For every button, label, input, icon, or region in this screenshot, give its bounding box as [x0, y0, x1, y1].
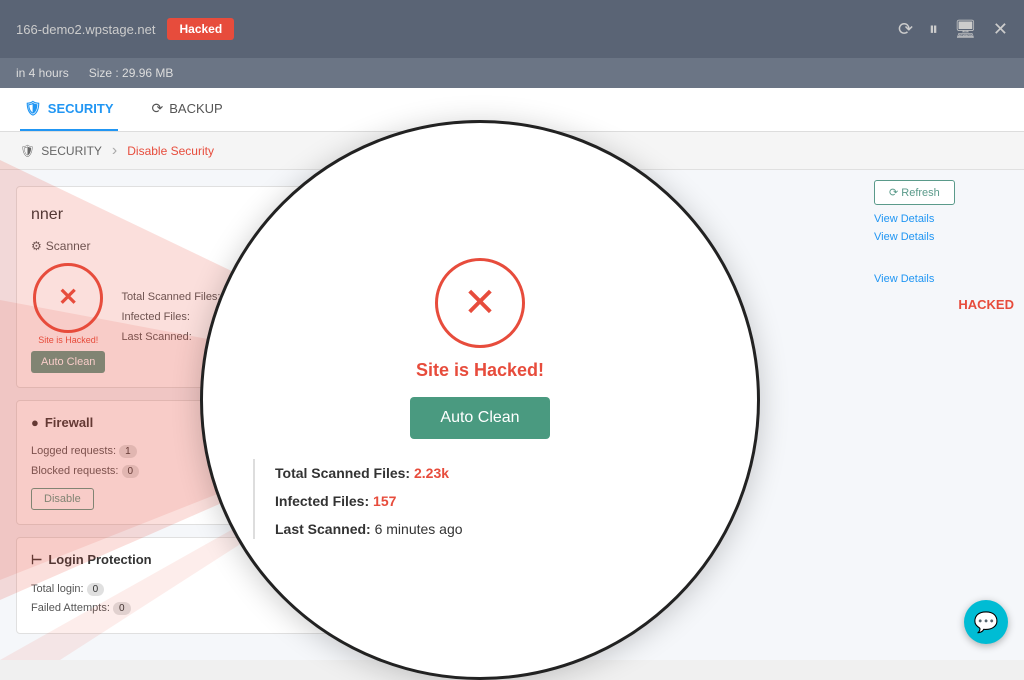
hacked-label-right: HACKED [874, 297, 1014, 312]
tab-backup[interactable]: ⟳ BACKUP [148, 88, 227, 131]
site-hacked-text-small: Site is Hacked! [38, 335, 98, 345]
inbox-icon[interactable]: 🖥 [954, 19, 977, 40]
total-login-badge: 0 [87, 583, 105, 596]
close-icon[interactable]: ✕ [993, 19, 1008, 40]
breadcrumb-section: SECURITY [41, 144, 102, 158]
backup-tab-icon: ⟳ [152, 100, 164, 117]
failed-attempts-label: Failed Attempts: [31, 602, 110, 614]
view-details-link-3[interactable]: View Details [874, 273, 1014, 285]
last-scanned-label: Last Scanned: [121, 331, 191, 343]
blocked-count-badge: 0 [122, 465, 140, 478]
magnified-total-label: Total Scanned Files: [275, 465, 410, 481]
scanner-section-icon-label: ⚙ Scanner [31, 239, 90, 253]
magnified-total-scanned: Total Scanned Files: 2.23k [275, 459, 463, 487]
security-tab-label: SECURITY [48, 101, 114, 116]
breadcrumb: 🛡 SECURITY [20, 144, 102, 158]
login-icon: ⊢ [31, 552, 42, 568]
hacked-circle: ✕ [33, 263, 103, 333]
infected-row: Infected Files: [121, 308, 220, 328]
tab-security[interactable]: 🛡 SECURITY [20, 88, 118, 131]
magnified-x-icon: ✕ [463, 283, 497, 323]
magnified-infected-label: Infected Files: [275, 493, 369, 509]
magnified-hacked-circle: ✕ [435, 258, 525, 348]
site-url: 166-demo2.wpstage.net [16, 22, 155, 37]
magnified-hacked-text: Site is Hacked! [416, 360, 544, 381]
magnified-last-label: Last Scanned: [275, 521, 371, 537]
top-bar-controls: ⟳ ⏸ 🖥 ✕ [898, 19, 1008, 40]
failed-attempts-badge: 0 [113, 602, 131, 615]
magnify-overlay: ✕ Site is Hacked! Auto Clean Total Scann… [200, 120, 760, 680]
disable-security-link[interactable]: Disable Security [127, 144, 214, 158]
right-sidebar: ⟳ Refresh View Details View Details View… [864, 170, 1024, 660]
breadcrumb-divider: › [112, 142, 117, 160]
auto-clean-small-button[interactable]: Auto Clean [31, 351, 105, 373]
backup-tab-label: BACKUP [169, 101, 222, 116]
pause-icon[interactable]: ⏸ [929, 19, 938, 40]
chat-button[interactable]: 💬 [964, 600, 1008, 644]
magnified-last-scanned: Last Scanned: 6 minutes ago [275, 515, 463, 543]
scanner-label: Scanner [46, 239, 91, 253]
view-details-link-2[interactable]: View Details [874, 231, 1014, 243]
scanner-title: nner [31, 206, 63, 224]
refresh-button[interactable]: ⟳ Refresh [874, 180, 955, 205]
logged-count-badge: 1 [119, 445, 137, 458]
magnified-infected: Infected Files: 157 [275, 487, 463, 515]
hacked-badge: Hacked [167, 18, 234, 40]
security-tab-icon: 🛡 [24, 100, 42, 117]
magnified-content: ✕ Site is Hacked! Auto Clean Total Scann… [203, 228, 757, 573]
magnified-infected-value: 157 [373, 493, 396, 509]
blocked-requests-label: Blocked requests: [31, 465, 118, 477]
total-login-label: Total login: [31, 583, 84, 595]
stats-divider [253, 459, 255, 539]
right-actions: View Details View Details View Details [874, 213, 1014, 285]
magnified-stats: Total Scanned Files: 2.23k Infected File… [275, 459, 463, 543]
refresh-icon[interactable]: ⟳ [898, 19, 913, 40]
magnified-last-value: 6 minutes ago [375, 521, 463, 537]
hacked-status: ✕ Site is Hacked! Auto Clean [31, 263, 105, 373]
infected-label: Infected Files: [121, 311, 189, 323]
gear-icon: ⚙ [31, 239, 42, 253]
total-scanned-label: Total Scanned Files: [121, 291, 220, 303]
total-scanned-row: Total Scanned Files: [121, 288, 220, 308]
firewall-disable-button[interactable]: Disable [31, 488, 94, 510]
view-details-link-1[interactable]: View Details [874, 213, 1014, 225]
x-icon: ✕ [58, 286, 78, 310]
magnified-stats-divider: Total Scanned Files: 2.23k Infected File… [233, 459, 727, 543]
logged-requests-label: Logged requests: [31, 445, 116, 457]
top-bar: 166-demo2.wpstage.net Hacked ⟳ ⏸ 🖥 ✕ [0, 0, 1024, 58]
magnified-total-value: 2.23k [414, 465, 449, 481]
chat-icon: 💬 [974, 610, 999, 635]
shield-small-icon: 🛡 [20, 144, 35, 158]
top-bar-left: 166-demo2.wpstage.net Hacked [16, 18, 234, 40]
backup-time: in 4 hours [16, 66, 69, 80]
firewall-icon: ● [31, 415, 39, 430]
size-info: Size : 29.96 MB [89, 66, 174, 80]
auto-clean-button[interactable]: Auto Clean [410, 397, 549, 439]
subtitle-bar: in 4 hours Size : 29.96 MB [0, 58, 1024, 88]
